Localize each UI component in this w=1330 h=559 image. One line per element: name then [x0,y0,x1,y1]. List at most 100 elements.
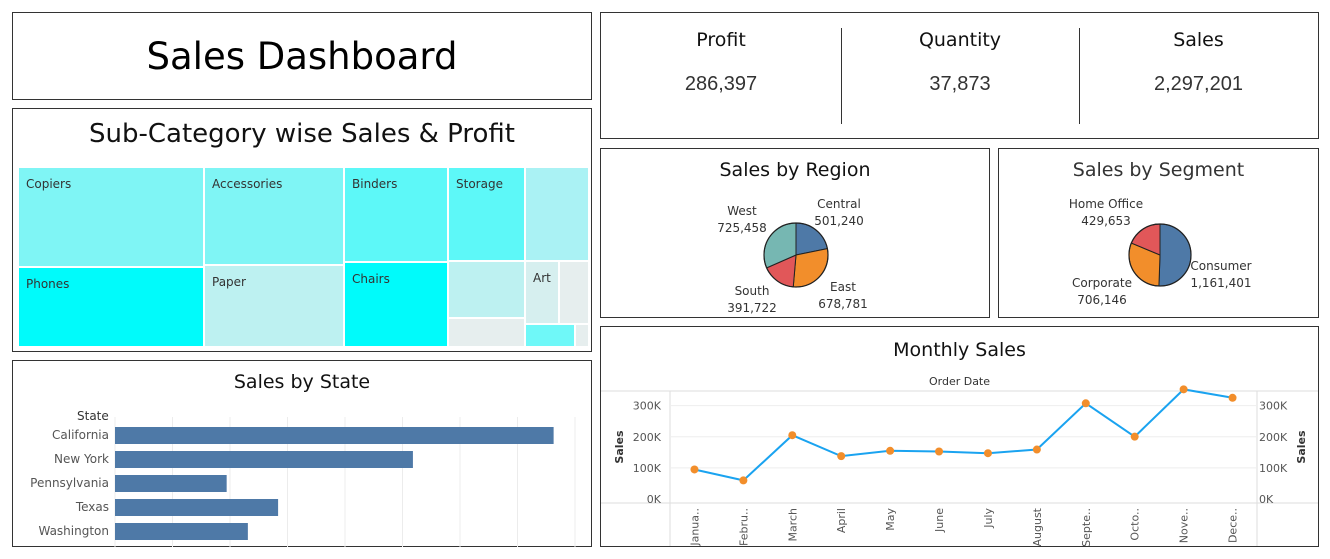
state-bar[interactable] [115,475,227,492]
x-tick-label: July [982,508,995,529]
sales-point[interactable] [1228,393,1237,402]
treemap-cell[interactable] [448,318,525,347]
pie-value-label: 501,240 [814,214,864,228]
treemap-cell[interactable] [525,167,589,261]
y-axis-title: Sales [613,430,626,464]
x-tick-label: June [933,508,946,533]
treemap-cell[interactable] [525,324,575,347]
kpi-sales-label: Sales [1173,29,1224,51]
y-tick-label-right: 200K [1259,431,1288,444]
y-tick-label-right: 300K [1259,400,1288,413]
pie-category-label: Consumer [1190,259,1251,273]
y-tick-label: 200K [633,431,662,444]
dashboard-title: Sales Dashboard [146,35,458,78]
state-label: Pennsylvania [30,476,109,490]
kpi-panel: Profit 286,397 Quantity 37,873 Sales 2,2… [600,12,1319,139]
sales-point[interactable] [739,476,748,485]
x-tick-label: Nove.. [1178,508,1191,543]
state-bar[interactable] [115,499,279,516]
treemap-cell[interactable] [575,324,589,347]
state-bar[interactable] [115,451,413,468]
y-tick-label-right: 0K [1259,493,1274,506]
sales-point[interactable] [690,465,699,474]
y-tick-label-right: 100K [1259,462,1288,475]
treemap-cell-label: Paper [212,275,246,289]
pie-value-label: 706,146 [1077,293,1127,307]
kpi-quantity-label: Quantity [918,29,1002,51]
state-label: Washington [38,524,109,538]
pie-slice[interactable] [792,248,829,288]
kpi-profit-label: Profit [696,29,746,51]
treemap-cell-label: Accessories [212,177,283,191]
treemap-cell[interactable]: Art [525,261,559,324]
y-tick-label: 100K [633,462,662,475]
x-tick-label: April [835,508,848,533]
state-labels: California New York Pennsylvania Texas Washi… [13,361,109,546]
state-bar[interactable] [115,427,554,444]
state-label: California [52,428,109,442]
treemap-cell[interactable] [448,261,525,318]
kpi-profit-value: 286,397 [684,73,758,95]
y-tick-label: 300K [633,400,662,413]
pie-category-label: Corporate [1072,276,1132,290]
treemap-cell-label: Phones [26,277,70,291]
sales-point[interactable] [886,446,895,455]
pie-slice[interactable] [1158,223,1192,287]
treemap-title: Sub-Category wise Sales & Profit [88,119,516,149]
pie-category-label: Home Office [1069,197,1143,211]
sales-point[interactable] [983,449,992,458]
x-tick-label: March [786,508,799,542]
sales-point[interactable] [1032,445,1041,454]
treemap-cell[interactable]: Paper [204,265,344,347]
treemap-cell[interactable] [559,261,589,324]
treemap-panel: Sub-Category wise Sales & Profit Copiers… [12,108,592,352]
state-label: New York [54,452,109,466]
monthly-panel: Monthly Sales Order Date 0K 0K 100K 100K 200… [600,326,1319,547]
treemap-cell[interactable]: Accessories [204,167,344,265]
pie-value-label: 725,458 [717,221,767,235]
treemap-cell-label: Binders [352,177,398,191]
treemap-cell-label: Copiers [26,177,72,191]
treemap-cell[interactable]: Chairs [344,262,448,347]
treemap-cell-label: Storage [456,177,503,191]
title-panel: Sales Dashboard [12,12,592,100]
x-tick-label: Septe.. [1080,508,1093,546]
pie-category-label: East [830,280,856,294]
x-tick-label: Dece.. [1227,508,1240,543]
state-bar-chart [114,417,576,547]
treemap-cell[interactable]: Binders [344,167,448,262]
pie-category-label: South [735,284,770,298]
pie-category-label: Central [817,197,861,211]
treemap-cell-label: Chairs [352,272,390,286]
kpi-sales: Sales 2,297,201 [1079,13,1318,138]
state-bar[interactable] [115,523,248,540]
x-tick-label: Febru.. [737,508,750,546]
sales-point[interactable] [1179,385,1188,394]
segment-pie-chart: Consumer 1,161,401 Corporate 706,146 Home Of… [1069,197,1252,307]
monthly-line-chart: 0K 0K 100K 100K 200K 200K 300K 300K Sales Sales Ja… [601,385,1318,546]
treemap-cell[interactable]: Storage [448,167,525,261]
sales-point[interactable] [1130,432,1139,441]
state-panel: Sales by State State California New York P… [12,360,592,547]
x-tick-label: Octo.. [1129,508,1142,541]
pie-value-label: 678,781 [818,297,868,311]
treemap-cell[interactable]: Copiers [18,167,204,267]
region-panel: Sales by Region Central 501,240 East 678,78… [600,148,990,318]
sales-point[interactable] [935,447,944,456]
x-tick-label: August [1031,507,1044,546]
kpi-quantity: Quantity 37,873 [841,13,1079,138]
sales-point[interactable] [837,452,846,461]
treemap-cell-label: Art [533,271,551,285]
pie-value-label: 391,722 [727,301,777,315]
x-tick-label: Janua.. [688,508,701,546]
sales-point[interactable] [788,431,797,440]
region-pie-chart: Central 501,240 East 678,781 South 391,722 Wes… [717,197,868,315]
kpi-quantity-value: 37,873 [929,73,991,95]
treemap-cell[interactable]: Phones [18,267,204,347]
treemap-area: Copiers Accessories Binders Storage Phones Pa… [18,167,589,347]
kpi-sales-value: 2,297,201 [1154,73,1243,95]
y-tick-label: 0K [647,493,662,506]
sales-point[interactable] [1081,399,1090,408]
sales-line[interactable] [694,388,1233,482]
kpi-profit: Profit 286,397 [601,13,841,138]
